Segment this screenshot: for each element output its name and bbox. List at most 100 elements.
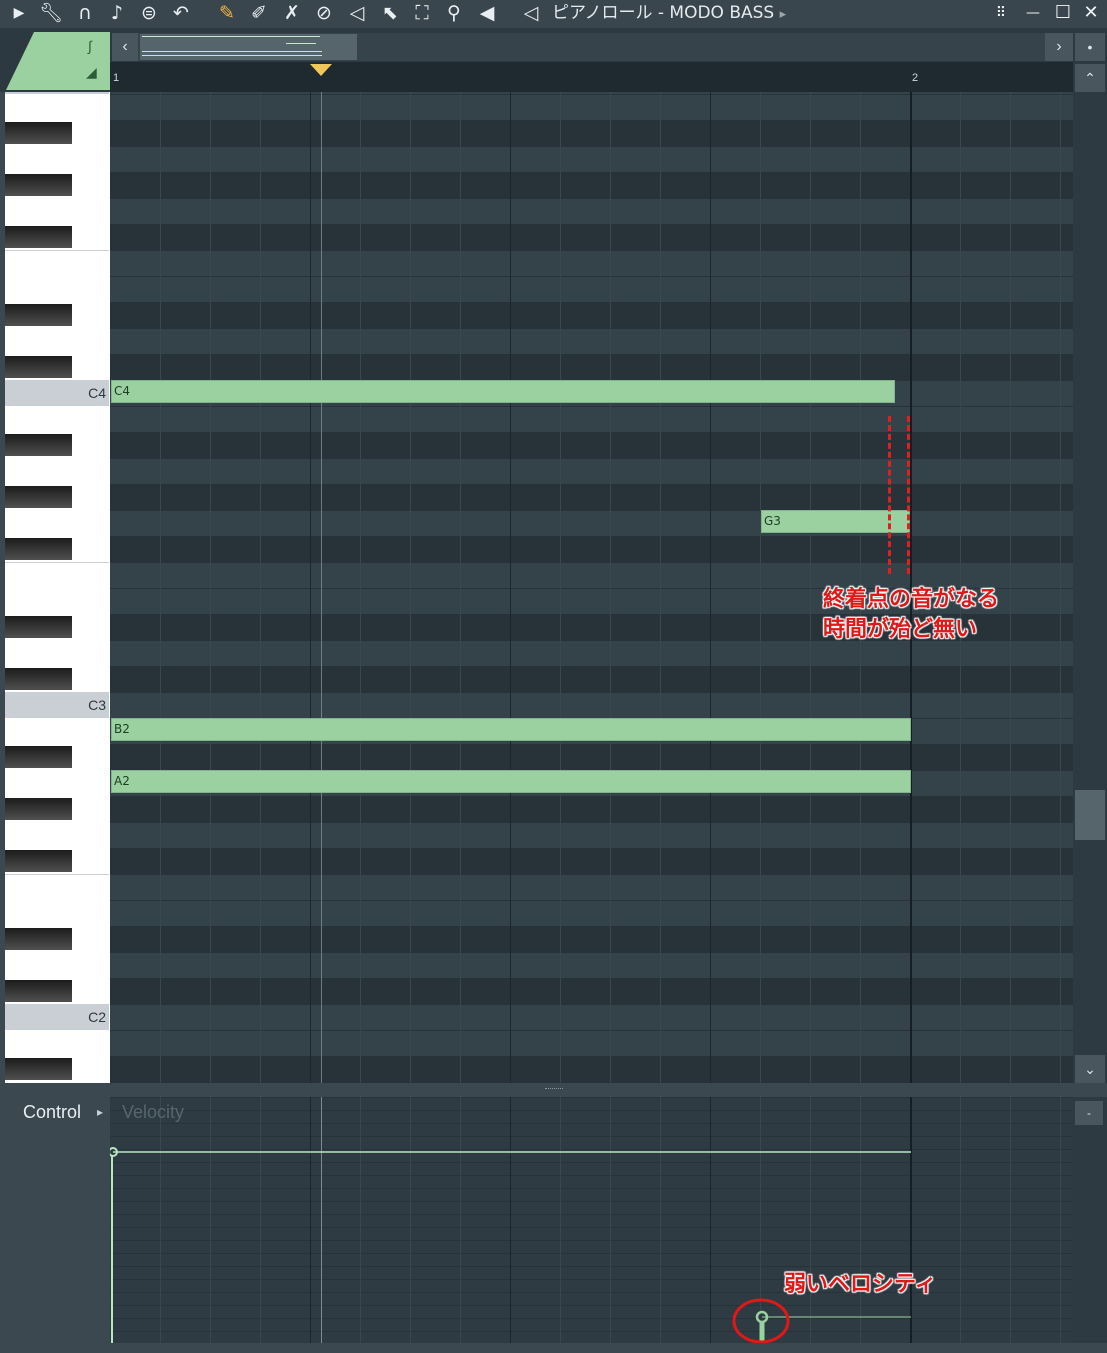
- piano-black-key[interactable]: [5, 304, 72, 326]
- grid-row: [110, 120, 1073, 146]
- control-collapse-button[interactable]: -: [1075, 1101, 1103, 1125]
- piano-black-key[interactable]: [5, 928, 72, 950]
- piano-black-key[interactable]: [5, 356, 72, 378]
- grid-row: [110, 510, 1073, 536]
- grid-row-line: [110, 666, 1073, 667]
- grid-column-line: [560, 92, 561, 1083]
- grid-row-line: [110, 172, 1073, 173]
- navigator-thumb[interactable]: [140, 34, 357, 60]
- note-a2[interactable]: A2: [111, 770, 911, 793]
- piano-black-key[interactable]: [5, 850, 72, 872]
- scroll-up-button[interactable]: ⌃: [1075, 64, 1105, 92]
- grid-row-line: [110, 874, 1073, 875]
- piano-key-c[interactable]: C3: [5, 692, 109, 718]
- piano-black-key[interactable]: [5, 434, 72, 456]
- grid-row-line: [110, 146, 1073, 147]
- window-title-text: ピアノロール - MODO BASS: [552, 3, 775, 23]
- piano-black-key[interactable]: [5, 226, 72, 248]
- title-arrow-icon[interactable]: ▸: [780, 7, 787, 22]
- piano-octave-label: C2: [88, 1009, 106, 1025]
- piano-black-key[interactable]: [5, 122, 72, 144]
- piano-key-divider: [5, 1004, 109, 1005]
- piano-keyboard[interactable]: C4 C3 C2: [5, 92, 110, 1083]
- piano-black-key[interactable]: [5, 668, 72, 690]
- marquee-icon[interactable]: ⛶: [409, 1, 435, 25]
- piano-black-key[interactable]: [5, 798, 72, 820]
- piano-key-divider: [5, 562, 109, 563]
- pencil-icon[interactable]: ✎: [214, 1, 240, 25]
- velocity-grid[interactable]: [110, 1097, 1073, 1343]
- detach-button[interactable]: ⠿: [988, 2, 1014, 24]
- scroll-thumb[interactable]: [1075, 790, 1105, 840]
- grid-column-line: [660, 92, 661, 1083]
- grid-row-line: [110, 406, 1073, 407]
- piano-black-key[interactable]: [5, 1058, 72, 1080]
- minimize-button[interactable]: —: [1020, 2, 1046, 24]
- piano-black-key[interactable]: [5, 174, 72, 196]
- play-arrow-icon[interactable]: ▶: [6, 1, 32, 25]
- control-label[interactable]: Control: [23, 1102, 81, 1123]
- grid-row-line: [110, 224, 1073, 225]
- wrench-icon[interactable]: 🔧︎: [38, 1, 64, 25]
- grid-row: [110, 276, 1073, 302]
- note-icon[interactable]: ♪: [104, 1, 130, 25]
- annotation-dashed-line: [888, 416, 891, 574]
- control-arrow-icon[interactable]: ▸: [97, 1105, 103, 1119]
- piano-black-key[interactable]: [5, 616, 72, 638]
- grid-row-line: [110, 692, 1073, 693]
- piano-key-c[interactable]: C4: [5, 380, 109, 406]
- note-b2[interactable]: B2: [111, 718, 911, 741]
- grid-row: [110, 94, 1073, 120]
- speaker-icon[interactable]: ◁: [518, 1, 544, 25]
- grid-column-line: [810, 92, 811, 1083]
- splitter-grip[interactable]: [545, 1088, 563, 1092]
- time-ruler[interactable]: 1 2: [110, 62, 1073, 92]
- grid-row-line: [110, 562, 1073, 563]
- ruler-bar-1: 1: [113, 72, 120, 84]
- scroll-down-button[interactable]: ⌄: [1075, 1055, 1105, 1083]
- thumb-note-line: [142, 51, 322, 52]
- grid-row: [110, 926, 1073, 952]
- piano-black-key[interactable]: [5, 746, 72, 768]
- piano-black-key[interactable]: [5, 980, 72, 1002]
- thumb-note-line: [142, 36, 320, 37]
- piano-black-key[interactable]: [5, 538, 72, 560]
- piano-black-key[interactable]: [5, 486, 72, 508]
- grid-row: [110, 952, 1073, 978]
- grid-column-line: [260, 92, 261, 1083]
- navigator-right-button[interactable]: ›: [1045, 33, 1073, 61]
- vertical-scrollbar[interactable]: [1073, 62, 1107, 1083]
- grid-row: [110, 692, 1073, 718]
- grid-row-line: [110, 744, 1073, 745]
- grid-row-line: [110, 900, 1073, 901]
- triangle-icon: ◢: [86, 64, 97, 80]
- undo-icon[interactable]: ↶: [168, 1, 194, 25]
- grid-row: [110, 536, 1073, 562]
- grid-row-line: [110, 796, 1073, 797]
- velocity-param-label[interactable]: Velocity: [122, 1102, 184, 1123]
- mute-icon[interactable]: ⊘: [311, 1, 337, 25]
- paint-icon[interactable]: ✐: [246, 1, 272, 25]
- navigator-left-button[interactable]: ‹: [112, 33, 138, 61]
- playback-icon[interactable]: ◀: [474, 1, 500, 25]
- close-button[interactable]: ✕: [1078, 2, 1104, 24]
- slip-icon[interactable]: ◁: [344, 1, 370, 25]
- piano-key-c[interactable]: [5, 92, 109, 94]
- grid-row: [110, 874, 1073, 900]
- piano-key-c[interactable]: C2: [5, 1004, 109, 1030]
- grid-row: [110, 848, 1073, 874]
- grid-row: [110, 666, 1073, 692]
- grid-row-line: [110, 978, 1073, 979]
- maximize-button[interactable]: ☐: [1050, 2, 1076, 24]
- grid-row-line: [110, 484, 1073, 485]
- grid-row: [110, 172, 1073, 198]
- magnet-icon[interactable]: ∩: [72, 1, 98, 25]
- piano-key-divider: [5, 380, 109, 381]
- navigator-menu-button[interactable]: •: [1075, 33, 1105, 61]
- playhead-marker[interactable]: [310, 64, 332, 76]
- select-icon[interactable]: ⬉: [377, 1, 403, 25]
- note-c4[interactable]: C4: [111, 380, 895, 403]
- delete-icon[interactable]: ✗: [279, 1, 305, 25]
- zoom-icon[interactable]: ⚲: [441, 1, 467, 25]
- stamp-icon[interactable]: ⊜: [136, 1, 162, 25]
